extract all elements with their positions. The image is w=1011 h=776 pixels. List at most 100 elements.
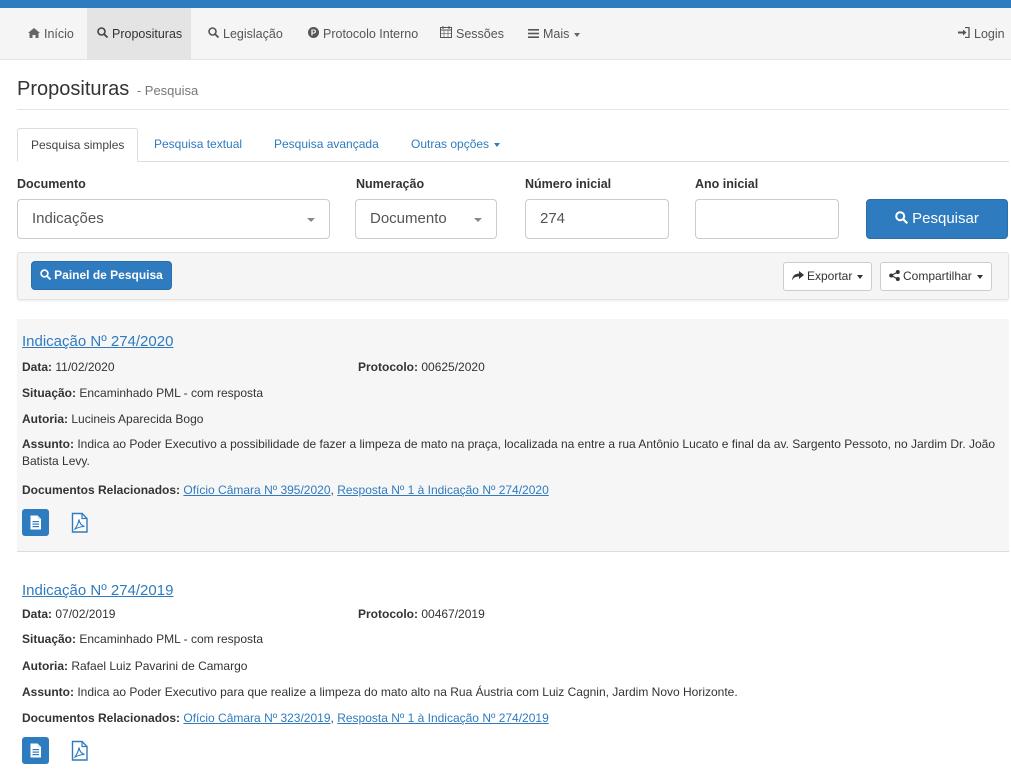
- chevron-down-icon: [494, 142, 501, 147]
- search-icon: [97, 9, 109, 61]
- numero-inicial-input[interactable]: 274: [525, 199, 669, 239]
- export-button[interactable]: Exportar: [783, 262, 873, 291]
- navbar: Início Proposituras Legislação P Protoco…: [0, 8, 1011, 60]
- result-title-link[interactable]: Indicação Nº 274/2019: [22, 582, 173, 599]
- svg-text:P: P: [311, 29, 317, 38]
- situacao-label: Situação:: [22, 386, 77, 400]
- result-protocolo: Protocolo: 00625/2020: [358, 360, 485, 374]
- documento-label: Documento: [17, 177, 86, 191]
- autoria-label: Autoria:: [22, 412, 68, 426]
- tab-pesquisa-avancada[interactable]: Pesquisa avançada: [261, 128, 392, 162]
- export-label: Exportar: [807, 269, 853, 283]
- nav-item-mais[interactable]: Mais: [518, 8, 590, 60]
- related-doc-link[interactable]: Ofício Câmara Nº 323/2019: [183, 711, 330, 725]
- nav-item-sessoes[interactable]: Sessões: [430, 8, 514, 60]
- situacao-value: Encaminhado PML - com resposta: [79, 386, 263, 400]
- share-label: Compartilhar: [903, 269, 972, 283]
- top-accent-bar: [0, 0, 1011, 8]
- search-button[interactable]: Pesquisar: [866, 199, 1008, 239]
- assunto-label: Assunto:: [22, 685, 74, 699]
- related-doc-separator: ,: [330, 483, 334, 497]
- pdf-download-button[interactable]: [66, 737, 93, 764]
- pdf-download-button[interactable]: [66, 509, 93, 536]
- numeracao-select-value: Documento: [370, 210, 447, 227]
- nav-item-label: Protocolo Interno: [323, 27, 419, 41]
- result-docs-relacionados: Documentos Relacionados: Ofício Câmara N…: [22, 483, 549, 497]
- sign-in-icon: [958, 9, 970, 61]
- result-situacao: Situação: Encaminhado PML - com resposta: [22, 632, 263, 646]
- autoria-value: Lucineis Aparecida Bogo: [71, 412, 204, 426]
- share-alt-icon: [889, 264, 900, 291]
- situacao-label: Situação:: [22, 632, 77, 646]
- documento-select[interactable]: Indicações: [17, 199, 330, 239]
- nav-item-label: Proposituras: [112, 27, 183, 41]
- chevron-down-icon: [574, 32, 581, 37]
- painel-pesquisa-label: Painel de Pesquisa: [54, 268, 163, 282]
- result-assunto: Assunto: Indica ao Poder Executivo a pos…: [22, 436, 1002, 470]
- nav-item-label: Sessões: [456, 27, 504, 41]
- numeracao-select[interactable]: Documento: [355, 199, 497, 239]
- result-docs-relacionados: Documentos Relacionados: Ofício Câmara N…: [22, 711, 549, 725]
- related-doc-link[interactable]: Resposta Nº 1 à Indicação Nº 274/2019: [337, 711, 549, 725]
- page-title: Proposituras - Pesquisa: [17, 78, 198, 101]
- numero-inicial-value: 274: [540, 210, 566, 227]
- data-value: 11/02/2020: [55, 360, 115, 374]
- nav-item-legislacao[interactable]: Legislação: [198, 8, 293, 60]
- share-arrow-icon: [792, 264, 804, 291]
- protocolo-label: Protocolo:: [358, 607, 418, 621]
- share-button[interactable]: Compartilhar: [880, 262, 992, 291]
- numero-inicial-label: Número inicial: [525, 177, 612, 191]
- chevron-down-icon: [474, 218, 482, 222]
- document-view-button[interactable]: [22, 509, 49, 536]
- numeracao-label: Numeração: [356, 177, 425, 191]
- chevron-down-icon: [857, 274, 864, 279]
- result-item: Indicação Nº 274/2019 Data: 07/02/2019 P…: [17, 565, 1009, 776]
- data-label: Data:: [22, 607, 53, 621]
- file-text-icon: [30, 515, 41, 530]
- search-icon: [40, 263, 52, 290]
- home-icon: [28, 9, 40, 61]
- page-title-text: Proposituras: [17, 78, 130, 100]
- result-autoria: Autoria: Rafael Luiz Pavarini de Camargo: [22, 659, 247, 673]
- nav-item-label: Mais: [543, 27, 570, 41]
- nav-item-proposituras[interactable]: Proposituras: [87, 8, 191, 60]
- nav-item-inicio[interactable]: Início: [18, 8, 84, 60]
- page-subtitle: - Pesquisa: [136, 83, 199, 98]
- tab-label: Outras opções: [411, 137, 490, 151]
- search-icon: [208, 9, 220, 61]
- tab-pesquisa-textual[interactable]: Pesquisa textual: [141, 128, 255, 162]
- related-doc-link[interactable]: Ofício Câmara Nº 395/2020: [183, 483, 330, 497]
- chevron-down-icon: [976, 274, 983, 279]
- protocolo-value: 00625/2020: [421, 360, 485, 374]
- ano-inicial-input[interactable]: [695, 199, 839, 239]
- result-situacao: Situação: Encaminhado PML - com resposta: [22, 386, 263, 400]
- assunto-value: Indica ao Poder Executivo a possibilidad…: [22, 437, 996, 468]
- result-item: Indicação Nº 274/2020 Data: 11/02/2020 P…: [17, 319, 1009, 552]
- divider: [17, 109, 1009, 110]
- tab-outras-opcoes[interactable]: Outras opções: [398, 128, 513, 162]
- ano-inicial-label: Ano inicial: [695, 177, 759, 191]
- pdf-file-icon: [71, 512, 88, 533]
- assunto-label: Assunto:: [22, 437, 74, 451]
- document-view-button[interactable]: [22, 737, 49, 764]
- protocolo-value: 00467/2019: [421, 607, 485, 621]
- assunto-value: Indica ao Poder Executivo para que reali…: [77, 685, 738, 699]
- data-label: Data:: [22, 360, 53, 374]
- docs-relacionados-label: Documentos Relacionados:: [22, 711, 181, 725]
- search-button-label: Pesquisar: [912, 210, 979, 227]
- login-link[interactable]: Login: [952, 8, 1011, 60]
- nav-item-label: Legislação: [223, 27, 283, 41]
- autoria-value: Rafael Luiz Pavarini de Camargo: [71, 659, 248, 673]
- tab-pesquisa-simples[interactable]: Pesquisa simples: [17, 128, 139, 162]
- protocolo-label: Protocolo:: [358, 360, 418, 374]
- nav-item-protocolo-interno[interactable]: P Protocolo Interno: [298, 8, 428, 60]
- related-doc-link[interactable]: Resposta Nº 1 à Indicação Nº 274/2020: [337, 483, 549, 497]
- related-doc-separator: ,: [330, 711, 334, 725]
- menu-icon: [528, 9, 539, 61]
- result-title-link[interactable]: Indicação Nº 274/2020: [22, 333, 173, 350]
- file-text-icon: [30, 743, 41, 758]
- data-value: 07/02/2019: [55, 607, 116, 621]
- calendar-icon: [440, 9, 452, 61]
- painel-pesquisa-button[interactable]: Painel de Pesquisa: [31, 261, 172, 290]
- chevron-down-icon: [307, 218, 315, 222]
